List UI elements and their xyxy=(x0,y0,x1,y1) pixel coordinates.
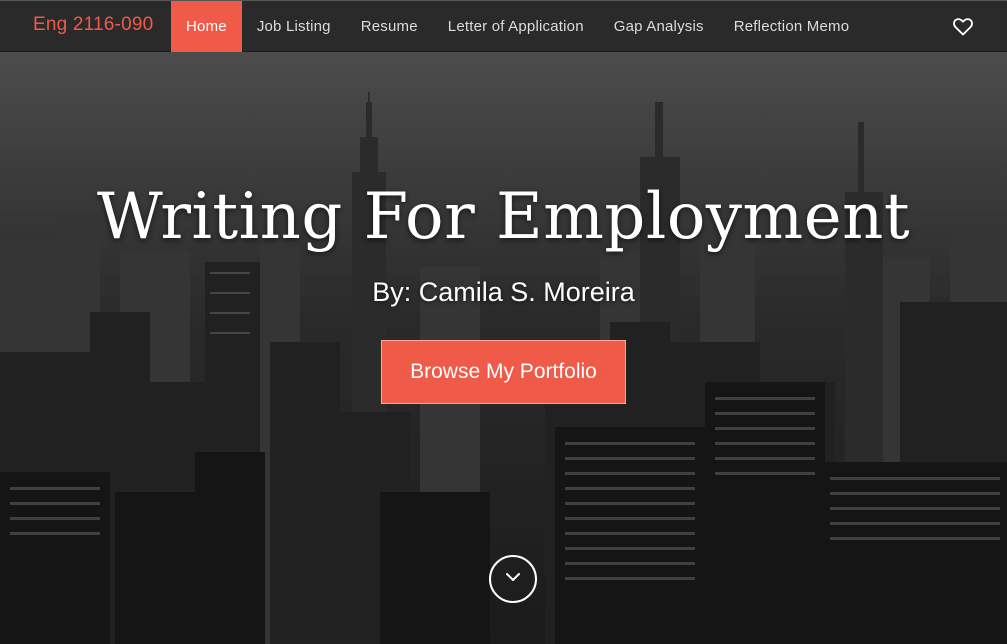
nav-item-reflection-memo[interactable]: Reflection Memo xyxy=(719,1,865,52)
scroll-down-button[interactable] xyxy=(489,555,537,603)
page: Eng 2116-090 Home Job Listing Resume Let… xyxy=(0,0,1007,644)
author-byline: By: Camila S. Moreira xyxy=(372,277,635,307)
chevron-down-icon xyxy=(504,570,522,588)
nav-item-gap-analysis[interactable]: Gap Analysis xyxy=(599,1,719,52)
nav-item-letter-of-application[interactable]: Letter of Application xyxy=(433,1,599,52)
page-title: Writing For Employment xyxy=(96,180,911,254)
nav-item-home[interactable]: Home xyxy=(171,1,242,52)
hero-section: Writing For Employment By: Camila S. Mor… xyxy=(0,52,1007,644)
heart-icon[interactable] xyxy=(953,18,973,36)
nav-menu: Home Job Listing Resume Letter of Applic… xyxy=(171,1,864,52)
nav-item-job-listing[interactable]: Job Listing xyxy=(242,1,346,52)
nav-item-resume[interactable]: Resume xyxy=(346,1,433,52)
navbar: Eng 2116-090 Home Job Listing Resume Let… xyxy=(0,0,1007,52)
browse-portfolio-button[interactable]: Browse My Portfolio xyxy=(381,340,626,404)
brand-link[interactable]: Eng 2116-090 xyxy=(33,14,153,36)
